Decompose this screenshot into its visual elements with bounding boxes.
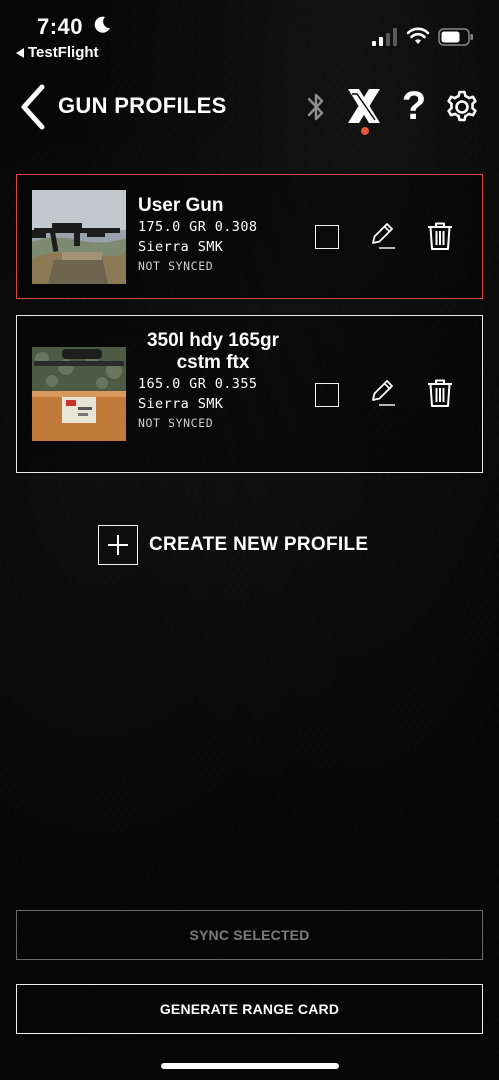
wifi-icon [406, 27, 430, 44]
battery-icon [438, 28, 473, 46]
gun-photo [32, 190, 126, 284]
gun-name: User Gun [138, 195, 224, 216]
gun-photo [32, 347, 126, 441]
bullet-name: Sierra SMK [138, 239, 224, 255]
select-checkbox[interactable] [315, 225, 339, 249]
profile-info: User Gun 175.0 GR 0.308 Sierra SMK NOT S… [138, 195, 288, 275]
trash-icon[interactable] [427, 378, 453, 408]
back-app-label: TestFlight [28, 44, 99, 61]
status-time: 7:40 [37, 14, 84, 39]
create-new-profile-label: CREATE NEW PROFILE [149, 534, 369, 555]
select-checkbox[interactable] [315, 383, 339, 407]
load-spec: 165.0 GR 0.355 [138, 376, 258, 392]
device-status-dot [361, 127, 369, 135]
back-chevron-icon[interactable] [18, 84, 48, 130]
gun-name: 350l hdy 165gr cstm ftx [146, 330, 280, 373]
x-device-icon[interactable] [345, 86, 383, 126]
gear-icon[interactable] [444, 89, 480, 125]
pencil-icon[interactable] [369, 221, 397, 251]
profile-info: 350l hdy 165gr cstm ftx 165.0 GR 0.355 S… [138, 330, 288, 432]
app-header: GUN PROFILES ? [0, 80, 499, 136]
sync-status: NOT SYNCED [138, 416, 214, 430]
home-indicator [161, 1063, 339, 1069]
bluetooth-icon[interactable] [303, 90, 329, 124]
page-title: GUN PROFILES [58, 93, 227, 118]
profile-card[interactable]: User Gun 175.0 GR 0.308 Sierra SMK NOT S… [16, 174, 483, 299]
load-spec: 175.0 GR 0.308 [138, 219, 258, 235]
create-new-profile-button[interactable]: CREATE NEW PROFILE [98, 525, 368, 565]
sync-selected-button[interactable]: SYNC SELECTED [16, 910, 483, 960]
status-bar: 7:40 TestFlight [0, 0, 499, 66]
cellular-signal-icon [372, 28, 397, 46]
plus-icon [98, 525, 138, 565]
back-to-testflight-link[interactable]: TestFlight [16, 44, 99, 61]
back-triangle-icon [16, 47, 24, 58]
help-icon[interactable]: ? [399, 84, 429, 128]
moon-icon [94, 16, 110, 33]
sync-status: NOT SYNCED [138, 259, 214, 273]
pencil-icon[interactable] [369, 378, 397, 408]
profile-card[interactable]: 350l hdy 165gr cstm ftx 165.0 GR 0.355 S… [16, 315, 483, 473]
bullet-name: Sierra SMK [138, 396, 224, 412]
generate-range-card-button[interactable]: GENERATE RANGE CARD [16, 984, 483, 1034]
trash-icon[interactable] [427, 221, 453, 251]
